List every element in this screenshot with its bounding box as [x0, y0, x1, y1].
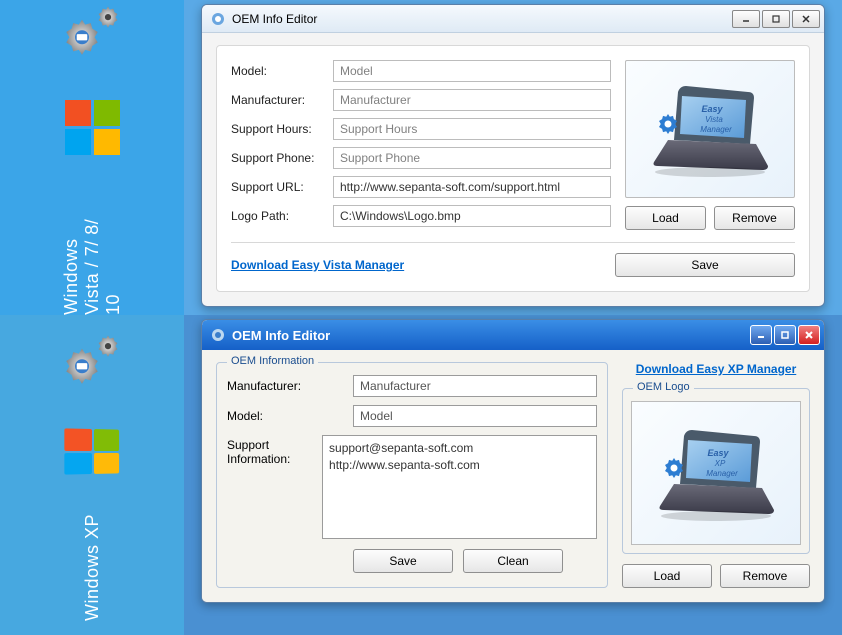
titlebar-xp[interactable]: OEM Info Editor: [202, 320, 824, 350]
load-button-xp[interactable]: Load: [622, 564, 712, 588]
svg-text:Vista: Vista: [705, 115, 723, 124]
input-manufacturer-xp[interactable]: [353, 375, 597, 397]
minimize-button[interactable]: [750, 325, 772, 345]
close-button[interactable]: [798, 325, 820, 345]
sidebar-label-xp: Windows XP: [82, 514, 103, 621]
remove-button[interactable]: Remove: [714, 206, 795, 230]
label-model: Model:: [231, 64, 323, 78]
logo-preview-xp: Easy XP Manager: [631, 401, 801, 545]
label-support-info: Support Information:: [227, 435, 312, 466]
svg-text:Easy: Easy: [701, 104, 723, 114]
label-logo-path: Logo Path:: [231, 209, 323, 223]
load-button[interactable]: Load: [625, 206, 706, 230]
input-logo-path[interactable]: [333, 205, 611, 227]
window-title: OEM Info Editor: [232, 12, 732, 26]
sidebar-label-vista: Windows Vista / 7/ 8/ 10: [61, 195, 124, 315]
svg-text:Manager: Manager: [706, 469, 738, 478]
window-vista: OEM Info Editor Model: Manufacturer:: [201, 4, 825, 307]
laptop-image-icon: Easy Vista Manager: [640, 74, 780, 184]
textarea-support-info[interactable]: [322, 435, 597, 539]
save-button[interactable]: Save: [615, 253, 795, 277]
input-model-xp[interactable]: [353, 405, 597, 427]
group-title-logo: OEM Logo: [633, 381, 694, 393]
clean-button[interactable]: Clean: [463, 549, 563, 573]
label-support-phone: Support Phone:: [231, 151, 323, 165]
input-manufacturer[interactable]: [333, 89, 611, 111]
input-support-phone[interactable]: [333, 147, 611, 169]
input-support-url[interactable]: [333, 176, 611, 198]
close-button[interactable]: [792, 10, 820, 28]
window-xp: OEM Info Editor OEM Information Manufact…: [201, 319, 825, 603]
input-model[interactable]: [333, 60, 611, 82]
gear-icon: [57, 329, 127, 399]
label-model-xp: Model:: [227, 409, 343, 423]
windows-xp-logo-icon: [64, 428, 119, 474]
label-support-hours: Support Hours:: [231, 122, 323, 136]
titlebar-vista[interactable]: OEM Info Editor: [202, 5, 824, 33]
window-title-xp: OEM Info Editor: [232, 328, 750, 343]
label-support-url: Support URL:: [231, 180, 323, 194]
minimize-button[interactable]: [732, 10, 760, 28]
remove-button-xp[interactable]: Remove: [720, 564, 810, 588]
maximize-button[interactable]: [762, 10, 790, 28]
group-title-info: OEM Information: [227, 355, 318, 367]
svg-text:Manager: Manager: [700, 125, 732, 134]
sidebar-xp: Windows XP: [0, 315, 184, 635]
label-manufacturer: Manufacturer:: [231, 93, 323, 107]
label-manufacturer-xp: Manufacturer:: [227, 379, 343, 393]
save-button-xp[interactable]: Save: [353, 549, 453, 573]
group-oem-logo: OEM Logo Easy: [622, 388, 810, 554]
sidebar-vista: Windows Vista / 7/ 8/ 10: [0, 0, 184, 315]
gear-icon: [57, 0, 127, 70]
input-support-hours[interactable]: [333, 118, 611, 140]
svg-text:Easy: Easy: [707, 448, 729, 458]
svg-text:XP: XP: [714, 459, 726, 468]
download-link-vista[interactable]: Download Easy Vista Manager: [231, 258, 615, 272]
windows-logo-icon: [65, 100, 120, 155]
app-icon: [210, 327, 226, 343]
app-icon: [210, 11, 226, 27]
maximize-button[interactable]: [774, 325, 796, 345]
download-link-xp[interactable]: Download Easy XP Manager: [622, 362, 810, 376]
laptop-image-icon: Easy XP Manager: [646, 418, 786, 528]
group-oem-info: OEM Information Manufacturer: Model: Sup…: [216, 362, 608, 588]
logo-preview-vista: Easy Vista Manager: [625, 60, 795, 198]
